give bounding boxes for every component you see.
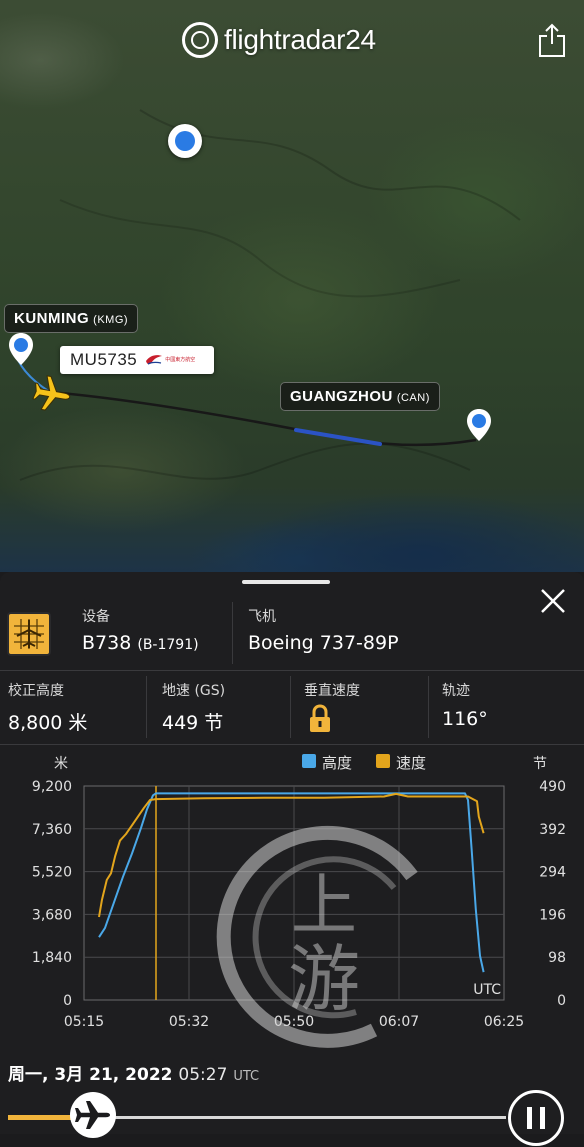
airline-logo: 中國東方航空 [145,353,195,367]
left-tick-label: 0 [63,993,72,1009]
altitude-value: 8,800 米 [8,712,88,734]
aircraft-label: 飞机 [248,609,276,625]
x-tick-label: 06:07 [379,1014,419,1030]
playback-date: 周一, 3月 21, 2022 [8,1065,173,1085]
origin-airport-code: (KMG) [93,314,129,326]
close-icon [541,589,565,613]
legend-speed-swatch [376,754,390,768]
pause-button[interactable] [508,1090,564,1146]
flight-map[interactable]: flightradar24 KUNMING (KMG) MU5735 中國東方航空 [0,0,584,572]
origin-airport-label[interactable]: KUNMING (KMG) [4,304,139,333]
x-tick-label: 05:32 [169,1014,209,1030]
registration: (B-1791) [137,637,199,653]
legend-speed: 速度 [396,754,426,772]
playback-time: 05:27 [178,1065,228,1085]
legend-altitude: 高度 [322,754,352,772]
share-button[interactable] [534,22,570,58]
radar-track [294,428,382,446]
share-icon [539,23,565,57]
vertical-speed-label: 垂直速度 [304,683,360,699]
divider [146,676,147,738]
right-axis-unit: 节 [533,756,547,772]
flightradar24-logo: flightradar24 [182,22,376,58]
destination-airport-name: GUANGZHOU [290,388,393,405]
equipment-label: 设备 [82,609,110,625]
aircraft-type-icon [7,612,51,656]
playback-timestamp: 周一, 3月 21, 2022 05:27 UTC [8,1060,259,1085]
destination-pin-icon[interactable] [466,408,492,442]
close-button[interactable] [538,586,568,616]
pause-icon [527,1107,545,1129]
ground-speed-value: 449 节 [162,712,224,734]
equipment-type: B738 [82,632,132,654]
airline-logo-text: 中國東方航空 [165,357,196,363]
right-tick-label: 0 [557,993,566,1009]
airplane-icon [74,1101,110,1129]
aircraft-value: Boeing 737-89P [248,632,399,654]
left-tick-label: 3,680 [32,907,72,923]
china-eastern-logo-icon [146,355,163,365]
chart-svg: 米 节 高度 速度 9,200 490 7,360 392 5,520 294 3,680 1… [32,754,566,1030]
flight-number: MU5735 [70,350,138,369]
flight-info-panel: 设备 B738 (B-1791) 飞机 Boeing 737-89P 校正高度 … [0,572,584,1146]
brand-name: flightradar24 [224,24,376,55]
destination-airport-code: (CAN) [396,392,430,404]
ground-speed-label: 地速 (GS) [162,683,226,699]
left-tick-label: 5,520 [32,865,72,881]
aircraft-marker-icon[interactable] [32,374,72,414]
destination-airport-label[interactable]: GUANGZHOU (CAN) [280,382,440,411]
right-tick-label: 490 [539,779,566,795]
route-overlay [17,109,521,481]
left-axis-unit: 米 [54,756,68,772]
flight-tag[interactable]: MU5735 中國東方航空 [60,346,214,374]
left-tick-label: 9,200 [32,779,72,795]
origin-airport-name: KUNMING [14,310,90,327]
divider [0,670,584,671]
right-tick-label: 392 [539,822,566,838]
legend-altitude-swatch [302,754,316,768]
aircraft-silhouette-icon [14,619,44,649]
divider [428,676,429,738]
equipment-value: B738 (B-1791) [82,632,199,654]
track-value: 116° [442,708,488,730]
left-tick-label: 7,360 [32,822,72,838]
right-tick-label: 294 [539,865,566,881]
right-tick-label: 98 [548,950,566,966]
left-tick-label: 1,840 [32,950,72,966]
x-tick-label: 06:25 [484,1014,524,1030]
x-tick-label: 05:15 [64,1014,104,1030]
playback-timezone: UTC [233,1069,260,1084]
track-label: 轨迹 [442,683,470,699]
altitude-label: 校正高度 [8,683,64,699]
divider [232,602,233,664]
panel-drag-handle[interactable] [242,580,330,584]
radar-logo-icon [182,22,218,58]
lock-icon[interactable] [308,704,332,734]
origin-pin-icon[interactable] [8,332,34,366]
right-tick-label: 196 [539,907,566,923]
altitude-speed-chart[interactable]: 米 节 高度 速度 9,200 490 7,360 392 5,520 294 3,680 1… [0,750,584,1040]
x-axis-label: UTC [473,982,501,998]
divider [290,676,291,738]
user-location-marker [168,124,202,158]
divider [0,744,584,745]
playback-slider-thumb[interactable] [69,1092,116,1138]
x-tick-label: 05:50 [274,1014,314,1030]
